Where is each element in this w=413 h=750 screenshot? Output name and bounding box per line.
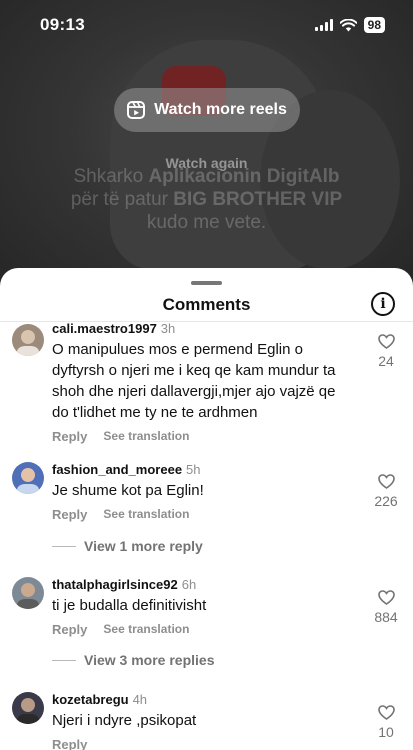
comment-time: 6h — [181, 577, 197, 592]
like-control[interactable]: 226 — [366, 474, 406, 509]
comment-username[interactable]: fashion_and_moreee — [52, 462, 182, 477]
sheet-drag-handle[interactable] — [191, 281, 222, 285]
comments-title: Comments — [162, 295, 251, 314]
view-more-replies-label: View 3 more replies — [84, 652, 215, 668]
see-translation-button[interactable]: See translation — [103, 429, 189, 444]
avatar[interactable] — [12, 692, 44, 724]
comment-actions: Reply See translation — [52, 429, 352, 444]
status-icons: 98 — [314, 17, 385, 33]
comment-time: 5h — [186, 462, 201, 477]
comment-header: kozetabregu 4h — [52, 692, 352, 708]
promo-line3: kudo me vete. — [146, 212, 267, 233]
like-count: 226 — [374, 493, 398, 509]
comment-text: Njeri i ndyre ,psikopat — [52, 712, 197, 729]
replies-line — [52, 545, 76, 547]
comment-header: fashion_and_moreee 5h — [52, 462, 352, 478]
comment-text: O manipulues mos e permend Eglin o dyfty… — [52, 341, 336, 421]
reply-button[interactable]: Reply — [52, 429, 87, 444]
status-time: 09:13 — [40, 15, 85, 34]
comment-header: cali.maestro1997 3h — [52, 321, 352, 337]
info-icon[interactable]: i — [371, 292, 395, 316]
heart-icon — [377, 334, 395, 349]
like-count: 884 — [374, 609, 398, 625]
status-bar: 09:13 98 — [0, 0, 413, 50]
comment-actions: Reply — [52, 737, 352, 750]
promo-line1-prefix: Shkarko — [73, 166, 149, 187]
like-count: 10 — [378, 724, 394, 740]
comment-text: Je shume kot pa Eglin! — [52, 482, 204, 499]
replies-line — [52, 659, 76, 661]
see-translation-button[interactable]: See translation — [103, 507, 189, 522]
wifi-icon — [339, 18, 357, 31]
view-more-replies-button[interactable]: View 3 more replies — [52, 652, 214, 668]
cellular-signal-icon — [314, 19, 333, 31]
comment-username[interactable]: thatalphagirlsince92 — [52, 577, 178, 592]
promo-line2-prefix: për të patur — [70, 189, 174, 210]
comment-time: 4h — [132, 692, 148, 707]
like-control[interactable]: 24 — [366, 334, 406, 369]
promo-line1-bold: Aplikacionin DigitAlb — [148, 166, 340, 187]
avatar[interactable] — [12, 577, 44, 609]
view-more-replies-button[interactable]: View 1 more reply — [52, 538, 203, 554]
comment-time: 3h — [160, 321, 176, 336]
like-count: 24 — [378, 353, 394, 369]
like-control[interactable]: 10 — [366, 705, 406, 740]
comments-sheet: Comments i cali.maestro1997 3h O manipulu… — [0, 268, 413, 750]
comment-header: thatalphagirlsince92 6h — [52, 577, 352, 593]
promo-line2-bold: BIG BROTHER VIP — [173, 189, 343, 210]
reply-button[interactable]: Reply — [52, 737, 87, 750]
heart-icon — [377, 474, 395, 489]
heart-icon — [377, 705, 395, 720]
battery-indicator: 98 — [363, 17, 385, 33]
comment-actions: Reply See translation — [52, 507, 352, 522]
heart-icon — [377, 590, 395, 605]
comment-username[interactable]: cali.maestro1997 — [52, 321, 157, 336]
view-more-replies-label: View 1 more reply — [84, 538, 203, 554]
reels-icon — [127, 101, 146, 119]
reply-button[interactable]: Reply — [52, 622, 87, 637]
avatar[interactable] — [12, 324, 44, 356]
comment-text: ti je budalla definitivisht — [52, 597, 207, 614]
watch-more-reels-button[interactable]: Watch more reels — [114, 88, 300, 132]
avatar[interactable] — [12, 462, 44, 494]
reply-button[interactable]: Reply — [52, 507, 87, 522]
video-promo-overlay: Shkarko Aplikacionin DigitAlb për të pat… — [0, 165, 413, 234]
like-control[interactable]: 884 — [366, 590, 406, 625]
comment-username[interactable]: kozetabregu — [52, 692, 129, 707]
watch-more-reels-label: Watch more reels — [154, 101, 287, 118]
see-translation-button[interactable]: See translation — [103, 622, 189, 637]
comment-actions: Reply See translation — [52, 622, 352, 637]
